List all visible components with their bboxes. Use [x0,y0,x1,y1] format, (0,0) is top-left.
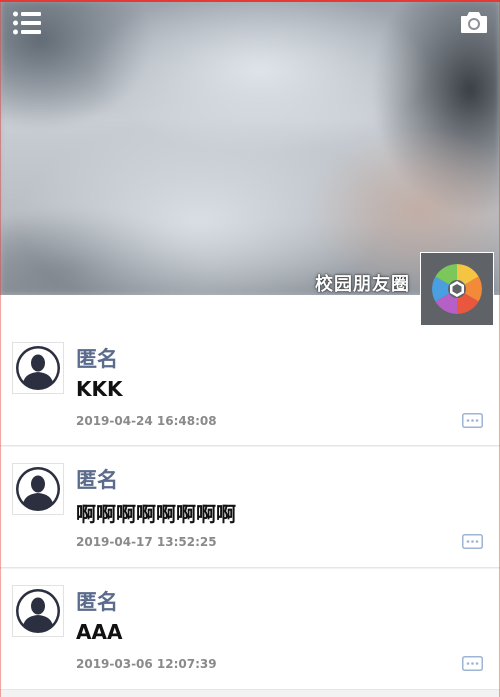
app-avatar[interactable] [420,252,494,326]
cover-title: 校园朋友圈 [315,274,410,295]
post-content: 啊啊啊啊啊啊啊啊 [76,502,236,526]
more-comment-icon [462,534,483,549]
cover-image[interactable]: 校园朋友圈 [0,0,500,295]
post-author-name[interactable]: 匿名 [76,343,118,373]
post-feed: 匿名 KKK 2019-04-24 16:48:08 匿名 啊啊啊啊啊啊啊啊 2… [0,295,500,691]
post-item: 匿名 AAA 2019-03-06 12:07:39 [0,569,500,690]
post-more-button[interactable] [462,413,483,428]
menu-button[interactable] [12,10,42,36]
post-author-name[interactable]: 匿名 [76,464,118,494]
post-timestamp: 2019-03-06 12:07:39 [76,657,217,671]
user-silhouette-icon [14,587,62,635]
more-comment-icon [462,656,483,671]
top-accent-line [0,0,500,2]
camera-icon [461,12,487,33]
post-content: KKK [76,377,123,401]
list-menu-icon [13,11,41,35]
cover-background [0,0,500,295]
post-content: AAA [76,620,123,644]
post-timestamp: 2019-04-24 16:48:08 [76,414,217,428]
user-avatar[interactable] [12,585,64,637]
aperture-logo-icon [432,264,482,314]
post-more-button[interactable] [462,534,483,549]
post-more-button[interactable] [462,656,483,671]
post-timestamp: 2019-04-17 13:52:25 [76,535,217,549]
user-avatar[interactable] [12,342,64,394]
post-item: 匿名 啊啊啊啊啊啊啊啊 2019-04-17 13:52:25 [0,447,500,568]
post-author-name[interactable]: 匿名 [76,586,118,616]
moments-page: 校园朋友圈 匿名 KKK 2019-04-24 16:48:08 匿名 啊啊啊啊… [0,0,500,697]
more-comment-icon [462,413,483,428]
user-avatar[interactable] [12,463,64,515]
user-silhouette-icon [14,465,62,513]
left-accent-line [0,0,1,697]
camera-button[interactable] [460,9,488,35]
user-silhouette-icon [14,344,62,392]
